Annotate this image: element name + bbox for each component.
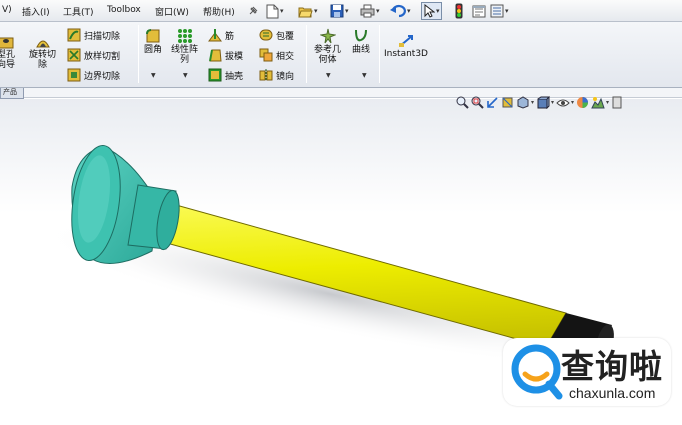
new-document-icon[interactable]: ▾ [266,2,284,20]
display-style-icon[interactable]: ▾ [536,96,554,109]
boundary-cut-button[interactable]: 边界切除 [67,68,120,82]
wrap-button[interactable]: 包覆 [259,28,294,42]
apply-scene-icon[interactable]: ▾ [591,96,609,109]
mirror-icon [259,69,273,81]
fillet-dropdown-icon[interactable]: ▼ [151,72,156,79]
hide-show-items-icon[interactable]: ▾ [556,96,574,109]
wrap-label: 包覆 [276,31,295,42]
curves-button[interactable]: 曲线 [352,28,370,55]
rib-label: 筋 [225,31,235,42]
open-folder-icon[interactable]: ▾ [298,2,318,20]
menu-window[interactable]: 窗口(W) [155,5,189,18]
menu-view[interactable]: V) [2,5,12,15]
revolve-cut-label: 旋转切 除 [29,50,57,70]
heads-up-view-toolbar: ▾ ▾ ▾ ▾ [456,93,623,111]
boundary-cut-label: 边界切除 [84,71,121,82]
instant3d-button[interactable]: Instant3D [384,34,428,59]
menu-bar: V) 插入(I) 工具(T) Toolbox 窗口(W) 帮助(H) ▾ ▾ ▾… [0,0,682,22]
loft-cut-button[interactable]: 放样切割 [67,48,120,62]
ribbon-separator [138,25,139,83]
loft-cut-icon [67,48,81,62]
watermark-url: chaxunla.com [569,385,656,401]
reference-geometry-label: 参考几 何体 [314,45,342,65]
menu-insert[interactable]: 插入(I) [22,5,50,18]
watermark-title: 查询啦 [561,347,663,386]
tab-product[interactable]: 产品 [0,88,24,99]
print-icon[interactable]: ▾ [360,2,380,20]
reference-geometry-button[interactable]: 参考几 何体 [314,28,341,65]
magnifier-logo-icon [511,344,563,400]
menu-help[interactable]: 帮助(H) [203,5,235,18]
hole-wizard-button[interactable]: 型孔 向导 [0,35,15,70]
shell-icon [208,68,222,82]
hole-wizard-icon [0,37,14,49]
boundary-cut-icon [67,68,81,82]
reference-geometry-dropdown-icon[interactable]: ▼ [326,72,331,79]
revolve-cut-icon [35,40,50,48]
undo-icon[interactable]: ▾ [390,2,411,20]
mirror-label: 镜向 [276,71,295,82]
intersect-icon [259,48,273,62]
intersect-label: 相交 [276,51,295,62]
loft-cut-label: 放样切割 [84,51,121,62]
view-settings-icon[interactable] [611,96,623,109]
watermark-badge: 查询啦 chaxunla.com [503,338,671,406]
ribbon-separator [306,25,307,83]
fillet-button[interactable]: 圆角 [144,28,162,55]
pin-icon[interactable] [247,2,259,20]
rib-icon [208,29,222,42]
linear-pattern-icon [177,29,192,43]
intersect-button[interactable]: 相交 [259,48,294,62]
menu-toolbox[interactable]: Toolbox [107,5,141,15]
shell-button[interactable]: 抽壳 [208,68,243,82]
reference-geometry-icon [319,28,336,44]
hole-wizard-label: 型孔 向导 [0,50,16,70]
save-icon[interactable]: ▾ [330,2,349,20]
linear-pattern-button[interactable]: 线性阵 列 [171,28,198,65]
curves-label: 曲线 [352,45,371,55]
sweep-cut-label: 扫描切除 [84,31,121,42]
zoom-to-fit-icon[interactable] [456,96,469,109]
curves-dropdown-icon[interactable]: ▼ [362,72,367,79]
section-view-icon[interactable] [501,96,514,109]
zoom-to-area-icon[interactable] [471,96,484,109]
linear-pattern-label: 线性阵 列 [171,45,199,65]
curves-icon [355,29,367,42]
command-manager-ribbon: 型孔 向导 旋转切 除 扫描切除 放样切割 边界切除 圆角 ▼ 线性阵 列 ▼ … [0,22,682,88]
previous-view-icon[interactable] [486,96,499,109]
wrap-icon [259,29,273,41]
ribbon-separator [379,25,380,83]
traffic-light-icon[interactable] [455,2,463,20]
draft-icon [209,49,222,62]
shell-label: 抽壳 [225,71,244,82]
linear-pattern-dropdown-icon[interactable]: ▼ [183,72,188,79]
file-properties-icon[interactable] [472,2,486,20]
fillet-label: 圆角 [144,45,163,55]
select-pointer-icon[interactable]: ▾ [421,2,442,20]
sweep-cut-icon [67,28,81,42]
options-icon[interactable]: ▾ [490,2,509,20]
menu-tools[interactable]: 工具(T) [63,5,94,18]
instant3d-label: Instant3D [384,49,428,59]
draft-button[interactable]: 拔模 [208,48,243,62]
edit-appearance-icon[interactable] [576,96,589,109]
view-orientation-icon[interactable]: ▾ [516,95,534,109]
sweep-cut-button[interactable]: 扫描切除 [67,28,120,42]
fillet-icon [146,29,160,43]
mirror-button[interactable]: 镜向 [259,68,294,82]
revolve-cut-button[interactable]: 旋转切 除 [29,35,56,70]
instant3d-icon [398,35,413,47]
draft-label: 拔模 [225,51,244,62]
rib-button[interactable]: 筋 [208,28,234,42]
